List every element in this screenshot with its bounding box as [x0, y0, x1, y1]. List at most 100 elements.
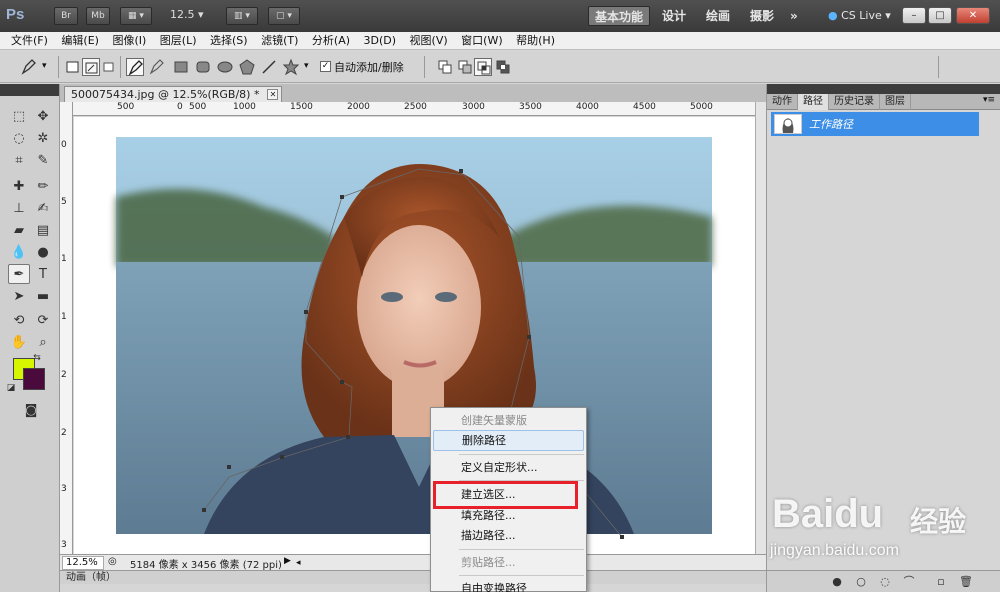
marquee-tool-icon[interactable]: ⬚ — [8, 106, 30, 126]
menu-layer[interactable]: 图层(L) — [155, 32, 202, 50]
3d-orbit-tool-icon[interactable]: ⟳ — [32, 310, 54, 330]
menu-item-clipping-path[interactable]: 剪贴路径... — [433, 552, 584, 573]
menu-analysis[interactable]: 分析(A) — [307, 32, 355, 50]
freeform-pen-icon[interactable] — [148, 58, 166, 76]
tab-actions[interactable]: 动作 — [767, 94, 798, 110]
custom-shape-icon[interactable] — [282, 58, 300, 76]
geometry-options-arrow[interactable]: ▾ — [304, 61, 309, 71]
menu-item-define-custom-shape[interactable]: 定义自定形状... — [433, 457, 584, 478]
tab-history[interactable]: 历史记录 — [829, 94, 880, 110]
document-canvas[interactable] — [74, 117, 755, 554]
menu-window[interactable]: 窗口(W) — [456, 32, 507, 50]
dodge-tool-icon[interactable]: ● — [32, 242, 54, 262]
history-brush-tool-icon[interactable]: ✍ — [32, 198, 54, 218]
hand-tool-icon[interactable]: ✋ — [8, 332, 30, 352]
menu-edit[interactable]: 编辑(E) — [56, 32, 104, 50]
menu-item-create-vector-mask[interactable]: 创建矢量蒙版 — [433, 410, 584, 431]
spot-healing-tool-icon[interactable]: ✚ — [8, 176, 30, 196]
fill-path-icon[interactable]: ● — [831, 576, 843, 588]
gradient-tool-icon[interactable]: ▤ — [32, 220, 54, 240]
zoom-tool-icon[interactable]: ⌕ — [32, 332, 54, 352]
menu-item-delete-path[interactable]: 删除路径 — [433, 430, 584, 451]
stroke-path-icon[interactable]: ○ — [855, 576, 867, 588]
menu-select[interactable]: 选择(S) — [205, 32, 253, 50]
more-workspaces-button[interactable]: » — [790, 6, 798, 26]
workspace-painting[interactable]: 绘画 — [706, 6, 730, 26]
document-tab[interactable]: 500075434.jpg @ 12.5%(RGB/8) * ✕ — [64, 86, 283, 102]
status-menu-arrow[interactable]: ▶ — [284, 556, 291, 566]
polygon-shape-icon[interactable] — [238, 58, 256, 76]
tab-layers[interactable]: 图层 — [880, 94, 911, 110]
zoom-level-dropdown[interactable]: 12.5 ▾ — [170, 8, 218, 25]
menu-3d[interactable]: 3D(D) — [359, 32, 402, 50]
menu-help[interactable]: 帮助(H) — [511, 32, 560, 50]
horizontal-scroll-left-icon[interactable]: ◂ — [296, 558, 301, 568]
maximize-button[interactable]: □ — [928, 7, 952, 24]
auto-add-delete-checkbox[interactable]: ✓ — [320, 61, 331, 72]
quick-mask-icon[interactable]: ◙ — [20, 400, 42, 420]
tool-preset-dropdown-arrow[interactable]: ▾ — [42, 61, 47, 71]
canvas-vertical-scrollbar[interactable] — [755, 102, 766, 554]
move-tool-icon[interactable]: ✥ — [32, 106, 54, 126]
exclude-overlap-icon[interactable] — [494, 58, 512, 76]
paths-mode-icon[interactable] — [82, 58, 100, 76]
panel-menu-icon[interactable]: ▾≡ — [983, 95, 995, 105]
add-to-path-area-icon[interactable] — [436, 58, 454, 76]
menu-item-free-transform-path[interactable]: 自由变换路径 — [433, 578, 584, 592]
ellipse-shape-icon[interactable] — [216, 58, 234, 76]
pen-tool-preset-icon[interactable] — [20, 58, 38, 76]
type-tool-icon[interactable]: T — [32, 264, 54, 284]
line-shape-icon[interactable] — [260, 58, 278, 76]
rectangle-shape-icon[interactable] — [172, 58, 190, 76]
view-extras-dropdown[interactable]: ▦ ▾ — [120, 7, 152, 25]
crop-tool-icon[interactable]: ⌗ — [8, 150, 30, 170]
delete-path-icon[interactable]: 🗑 — [959, 576, 973, 588]
path-row-work-path[interactable]: 工作路径 — [771, 112, 979, 136]
path-selection-tool-icon[interactable]: ➤ — [8, 286, 30, 306]
intersect-path-area-icon[interactable] — [474, 58, 492, 76]
rounded-rectangle-icon[interactable] — [194, 58, 212, 76]
screen-mode-dropdown[interactable]: ▢ ▾ — [268, 7, 300, 25]
workspace-essentials[interactable]: 基本功能 — [588, 6, 651, 26]
new-path-icon[interactable]: ▫ — [935, 576, 947, 588]
pen-tool-icon[interactable] — [126, 58, 144, 76]
eraser-tool-icon[interactable]: ▰ — [8, 220, 30, 240]
workspace-design[interactable]: 设计 — [662, 6, 686, 26]
menu-filter[interactable]: 滤镜(T) — [256, 32, 303, 50]
menu-file[interactable]: 文件(F) — [6, 32, 53, 50]
subtract-path-area-icon[interactable] — [456, 58, 474, 76]
menu-item-stroke-path[interactable]: 描边路径... — [433, 525, 584, 546]
mini-bridge-button[interactable]: Mb — [86, 7, 110, 25]
workspace-photography[interactable]: 摄影 — [750, 6, 774, 26]
background-color-swatch[interactable] — [23, 368, 45, 390]
menu-view[interactable]: 视图(V) — [405, 32, 453, 50]
3d-rotate-tool-icon[interactable]: ⟲ — [8, 310, 30, 330]
application-bar: Ps Br Mb ▦ ▾ 12.5 ▾ ▥ ▾ ▢ ▾ 基本功能 设计 绘画 摄… — [0, 0, 1000, 32]
tab-paths[interactable]: 路径 — [798, 94, 829, 110]
eyedropper-tool-icon[interactable]: ✎ — [32, 150, 54, 170]
status-options-icon[interactable]: ◎ — [108, 556, 117, 567]
arrange-documents-dropdown[interactable]: ▥ ▾ — [226, 7, 258, 25]
pen-tool-active-icon[interactable]: ✒ — [8, 264, 30, 284]
shape-layers-mode-icon[interactable] — [64, 58, 82, 76]
panel-header — [767, 84, 1000, 94]
status-zoom-field[interactable]: 12.5% — [62, 556, 104, 570]
cs-live-button[interactable]: ● CS Live ▾ — [828, 6, 891, 26]
blur-tool-icon[interactable]: 💧 — [8, 242, 30, 262]
load-selection-icon[interactable]: ◌ — [879, 576, 891, 588]
lasso-tool-icon[interactable]: ◌ — [8, 128, 30, 148]
magic-wand-tool-icon[interactable]: ✲ — [32, 128, 54, 148]
minimize-button[interactable]: – — [902, 7, 926, 24]
swap-colors-icon[interactable]: ⇆ — [30, 352, 44, 364]
close-button[interactable]: ✕ — [956, 7, 990, 24]
document-close-icon[interactable]: ✕ — [267, 89, 279, 100]
default-colors-icon[interactable]: ◪ — [4, 382, 18, 394]
menu-image[interactable]: 图像(I) — [107, 32, 151, 50]
animation-panel-bar[interactable]: 动画（帧） — [60, 570, 766, 584]
rectangle-tool-icon[interactable]: ▬ — [32, 286, 54, 306]
fill-pixels-mode-icon[interactable] — [100, 58, 118, 76]
clone-stamp-tool-icon[interactable]: ⊥ — [8, 198, 30, 218]
bridge-button[interactable]: Br — [54, 7, 78, 25]
brush-tool-icon[interactable]: ✏ — [32, 176, 54, 196]
make-work-path-icon[interactable]: ⌒ — [903, 576, 915, 588]
